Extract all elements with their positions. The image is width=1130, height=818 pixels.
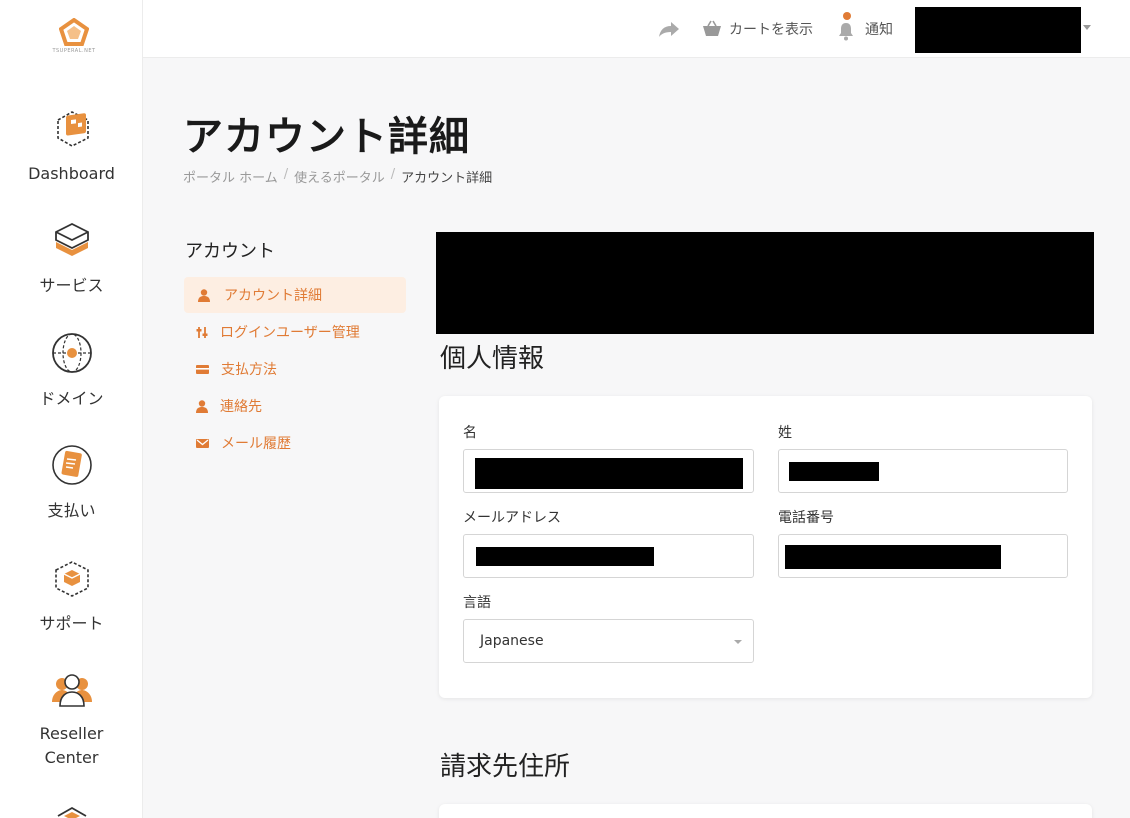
logo-pentagon-icon [59,18,89,46]
user-icon [198,288,210,302]
sidebar-item-label: サービス [39,276,104,295]
account-nav-label: 支払方法 [221,362,277,378]
breadcrumb-separator: / [390,167,396,182]
breadcrumb: ポータル ホーム / 使えるポータル / アカウント詳細 [183,167,492,186]
language-selected-value: Japanese [480,633,544,649]
language-select[interactable]: Japanese [463,619,754,663]
redacted-value [789,462,879,481]
sidebar: TSUPERAL.NET Dashboard サービス ドメイン 支払い サポー… [0,0,143,818]
sidebar-item-services[interactable]: サービス [0,218,143,298]
notifications-button[interactable]: 通知 [837,12,893,42]
notify-label: 通知 [865,22,893,38]
account-nav-email-history[interactable]: メール履歴 [184,425,406,461]
breadcrumb-portal-home[interactable]: ポータル ホーム [183,167,278,186]
last-name-field[interactable] [778,449,1068,493]
sliders-icon [196,326,208,338]
sidebar-item-label: Reseller Center [39,724,104,767]
redacted-banner [436,232,1094,334]
user-icon [196,399,208,413]
account-nav-details[interactable]: アカウント詳細 [184,277,406,313]
reseller-people-icon [51,674,92,707]
user-menu-redacted[interactable] [915,7,1081,53]
page-title: アカウント詳細 [183,114,470,160]
billing-address-card [439,804,1092,818]
sidebar-item-billing[interactable]: 支払い [0,443,143,523]
phone-label: 電話番号 [778,510,834,526]
share-arrow-icon [659,22,679,37]
first-name-label: 名 [463,425,477,441]
account-nav-login-users[interactable]: ログインユーザー管理 [184,314,406,350]
sidebar-item-label: サポート [39,614,104,633]
redacted-value [475,458,743,489]
first-name-field[interactable] [463,449,754,493]
sidebar-item-label: Dashboard [28,164,115,183]
box-icon [57,806,86,818]
account-nav-label: 連絡先 [220,399,262,415]
view-cart-button[interactable]: カートを表示 [701,16,813,42]
account-nav-title: アカウント [185,241,275,262]
account-nav-label: メール履歴 [221,436,291,452]
brand-logo[interactable]: TSUPERAL.NET [44,18,104,66]
sidebar-item-dashboard[interactable]: Dashboard [0,106,143,186]
billing-address-title: 請求先住所 [440,752,571,782]
sidebar-item-domains[interactable]: ドメイン [0,331,143,411]
user-menu-caret-icon[interactable] [1083,25,1091,30]
bell-icon [839,23,853,41]
sidebar-item-support[interactable]: サポート [0,556,143,636]
globe-icon [51,333,92,373]
cart-label: カートを表示 [729,22,813,38]
breadcrumb-current: アカウント詳細 [401,171,493,186]
sidebar-item-reseller[interactable]: Reseller Center [0,668,143,770]
notification-dot [843,12,851,20]
sidebar-item-label: 支払い [47,501,96,520]
sidebar-item-label: ドメイン [39,389,104,408]
email-label: メールアドレス [463,510,561,526]
breadcrumb-separator: / [283,167,289,182]
share-button[interactable] [658,16,686,42]
account-nav-label: アカウント詳細 [224,288,322,304]
breadcrumb-portal[interactable]: 使えるポータル [294,167,385,186]
envelope-icon [196,438,209,448]
billing-document-icon [51,445,92,485]
personal-info-card: 名 姓 メールアドレス 電話番号 言語 Japanese [439,396,1092,698]
account-nav-contacts[interactable]: 連絡先 [184,388,406,424]
dashboard-icon [56,111,89,147]
account-nav-payment-methods[interactable]: 支払方法 [184,351,406,387]
credit-card-icon [196,364,209,374]
logo-text: TSUPERAL.NET [52,48,96,54]
chevron-down-icon [734,640,742,644]
cart-basket-icon [703,20,721,36]
personal-info-title: 個人情報 [440,344,545,374]
redacted-value [476,547,654,566]
phone-field[interactable] [778,534,1068,578]
support-box-icon [54,561,89,597]
sidebar-item-more[interactable] [0,804,143,818]
redacted-value [785,545,1001,569]
last-name-label: 姓 [778,425,792,441]
language-label: 言語 [463,595,491,611]
account-nav-label: ログインユーザー管理 [220,325,360,341]
bell-icon-wrap [837,12,857,41]
service-box-icon [54,222,89,256]
top-header: カートを表示 通知 [143,0,1130,58]
account-nav: アカウント詳細 ログインユーザー管理 支払方法 連絡先 メール履歴 [184,277,406,462]
email-field[interactable] [463,534,754,578]
